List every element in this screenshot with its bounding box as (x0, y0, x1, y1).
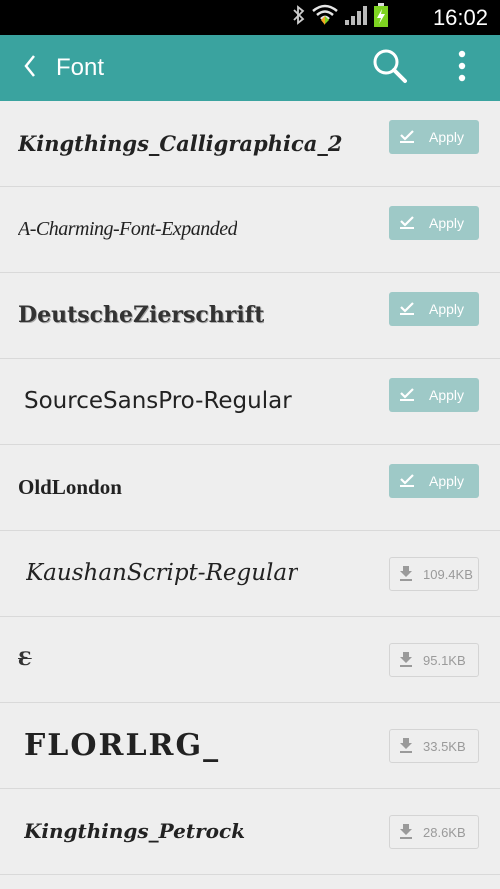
font-name: DeutscheZierschrift (18, 302, 265, 328)
list-item[interactable]: OldLondon Apply (0, 445, 500, 531)
bluetooth-icon (292, 5, 306, 30)
list-item[interactable]: DeutscheZierschrift Apply (0, 273, 500, 359)
apply-button[interactable]: Apply (389, 464, 479, 498)
download-button[interactable]: 109.4KB (389, 557, 479, 591)
download-button[interactable]: 33.5KB (389, 729, 479, 763)
font-name: A-Charming-Font-Expanded (18, 218, 238, 240)
apply-label: Apply (429, 129, 465, 145)
list-item[interactable]: Kingthings_Petrock 28.6KB (0, 789, 500, 875)
list-item[interactable]: FLORLRG_ 33.5KB (0, 703, 500, 789)
signal-icon (344, 4, 368, 31)
font-name: Kingthings_Petrock (24, 819, 246, 843)
apply-button[interactable]: Apply (389, 292, 479, 326)
file-size-label: 109.4KB (423, 566, 473, 582)
battery-icon (374, 3, 388, 32)
more-vertical-icon (458, 50, 466, 87)
font-name: Ɛ (18, 648, 32, 670)
apply-label: Apply (429, 387, 465, 403)
apply-label: Apply (429, 473, 465, 489)
font-name: OldLondon (18, 475, 122, 499)
back-button[interactable] (12, 48, 48, 88)
list-item[interactable]: SourceSansPro-Regular Apply (0, 359, 500, 445)
apply-button[interactable]: Apply (389, 120, 479, 154)
download-icon (399, 565, 413, 584)
download-button[interactable]: 28.6KB (389, 815, 479, 849)
apply-label: Apply (429, 215, 465, 231)
page-title: Font (56, 54, 105, 81)
app-bar: Font (0, 35, 500, 101)
download-button[interactable]: 95.1KB (389, 643, 479, 677)
check-icon (399, 387, 415, 404)
status-bar: 16:02 (0, 0, 500, 35)
chevron-left-icon (23, 54, 37, 83)
font-name: KaushanScript-Regular (26, 560, 299, 586)
list-item[interactable]: Ɛ 95.1KB (0, 617, 500, 703)
font-name: FLORLRG_ (24, 728, 221, 763)
file-size-label: 95.1KB (423, 652, 466, 668)
search-button[interactable] (368, 48, 412, 88)
check-icon (399, 129, 415, 146)
search-icon (372, 48, 408, 89)
download-icon (399, 737, 413, 756)
apply-label: Apply (429, 301, 465, 317)
status-icons (292, 3, 388, 32)
font-list: Kingthings_Calligraphica_2 Apply A-Charm… (0, 101, 500, 889)
apply-button[interactable]: Apply (389, 378, 479, 412)
list-item[interactable]: KaushanScript-Regular 109.4KB (0, 531, 500, 617)
apply-button[interactable]: Apply (389, 206, 479, 240)
download-icon (399, 651, 413, 670)
check-icon (399, 301, 415, 318)
check-icon (399, 473, 415, 490)
check-icon (399, 215, 415, 232)
list-item[interactable]: Kingthings_Calligraphica_2 Apply (0, 101, 500, 187)
wifi-icon (312, 4, 338, 31)
status-clock: 16:02 (432, 5, 488, 30)
file-size-label: 28.6KB (423, 824, 466, 840)
list-item[interactable]: A-Charming-Font-Expanded Apply (0, 187, 500, 273)
more-options-button[interactable] (442, 48, 482, 88)
font-name: Kingthings_Calligraphica_2 (18, 131, 343, 156)
font-name: SourceSansPro-Regular (24, 388, 292, 414)
download-icon (399, 823, 413, 842)
file-size-label: 33.5KB (423, 738, 466, 754)
